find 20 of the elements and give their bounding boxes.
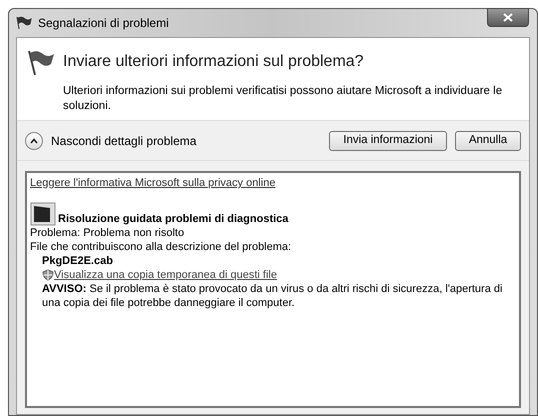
app-name: Risoluzione guidata problemi di diagnostica [58, 212, 288, 226]
warning-text: AVVISO: Se il problema è stato provocato da un virus o da altri rischi di sicurezza, l'apertura di una copia dei file potrebbe danneggiare il computer. [42, 282, 504, 310]
shield-icon [42, 269, 54, 281]
monitor-icon [30, 202, 56, 226]
privacy-link[interactable]: Leggere l'informativa Microsoft sulla privacy online [30, 176, 276, 190]
header-title: Inviare ulteriori informazioni sul problema? [63, 52, 365, 72]
flag-icon [25, 48, 55, 76]
chevron-icon [25, 132, 43, 150]
cancel-button[interactable]: Annulla [455, 130, 521, 150]
close-button[interactable] [487, 8, 529, 27]
flag-icon [16, 16, 32, 30]
file-name: PkgDE2E.cab [42, 254, 113, 268]
window-title: Segnalazioni di problemi [38, 15, 169, 32]
close-icon [503, 13, 513, 22]
details-toggle[interactable]: Nascondi dettagli problema [25, 132, 196, 150]
send-button[interactable]: Invia informazioni [329, 130, 447, 150]
header-description: Ulteriori informazioni sui problemi verificatisi possono aiutare Microsoft a individuare le soluzioni. [63, 84, 503, 114]
view-files-link[interactable]: Visualizza una copia temporanea di questi file [54, 268, 277, 282]
problem-text: Problema: Problema non risolto [30, 226, 186, 240]
files-label: File che contribuiscono alla descrizione del problema: [30, 240, 292, 254]
